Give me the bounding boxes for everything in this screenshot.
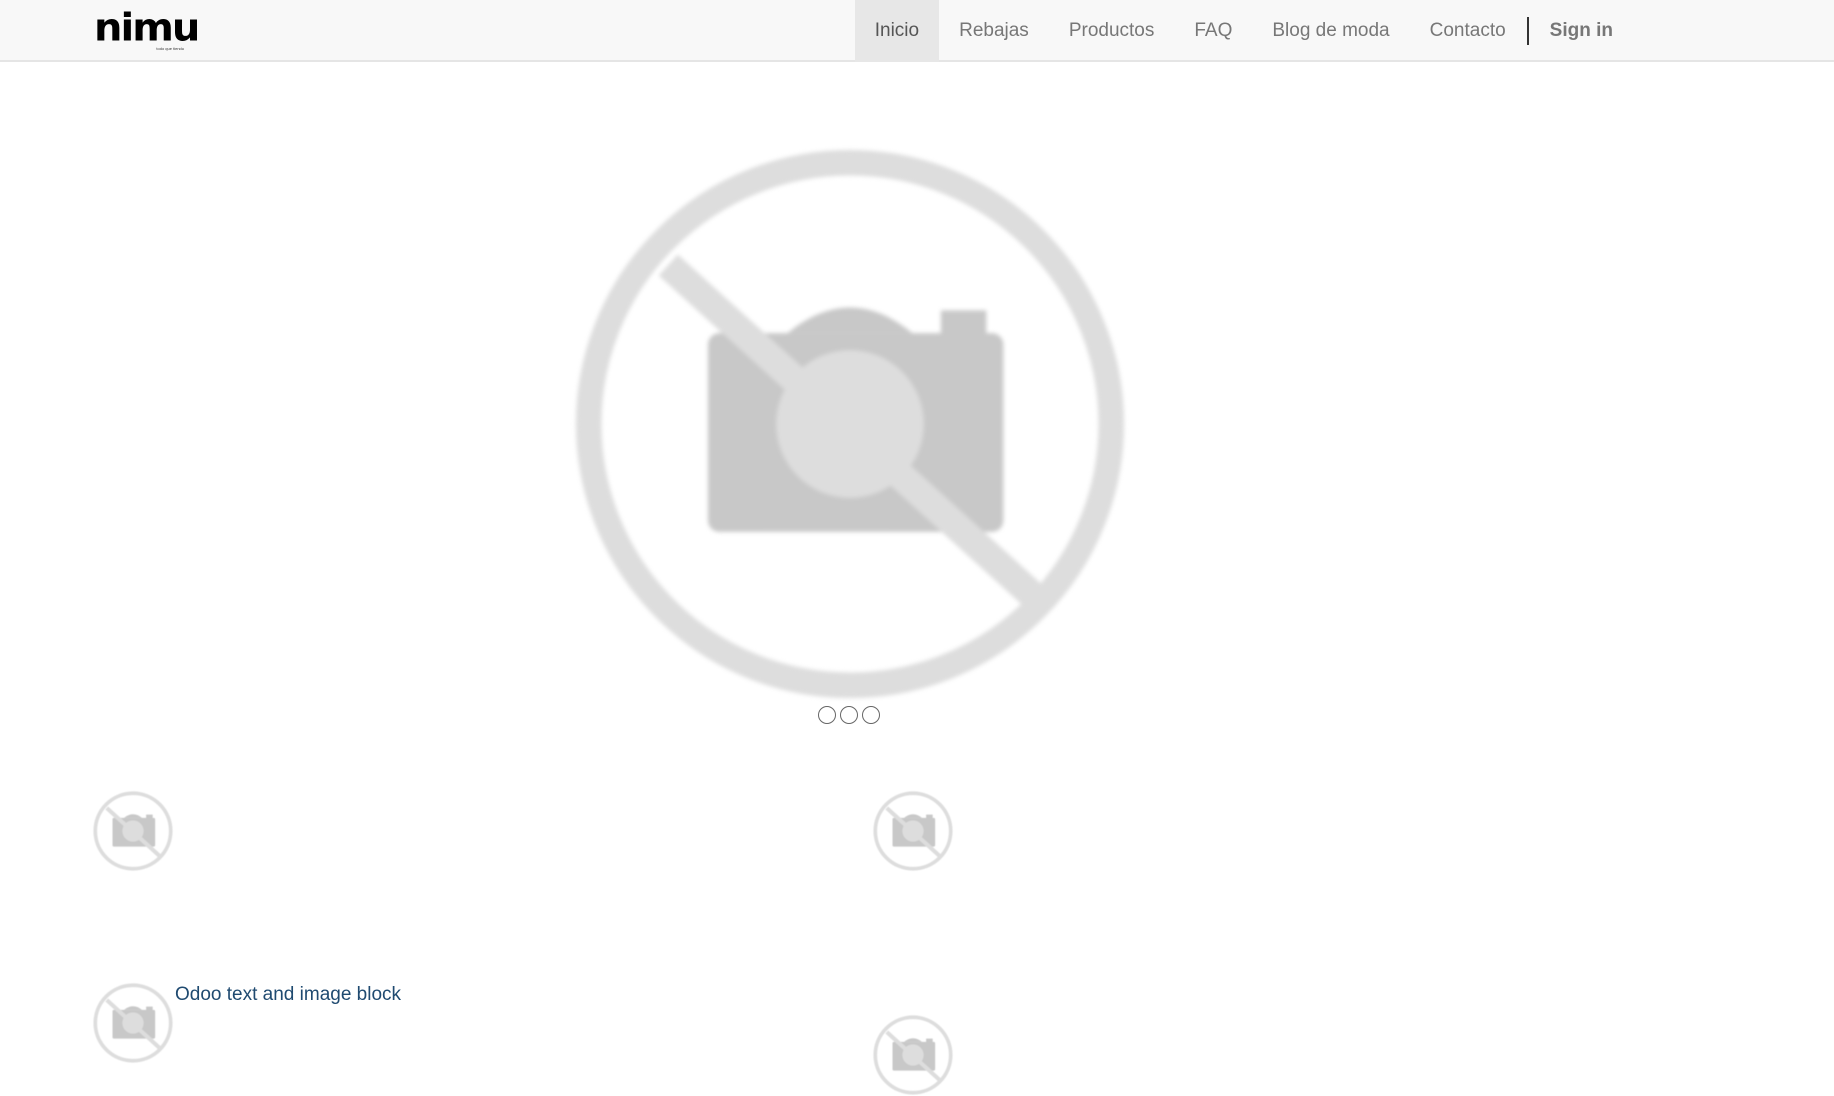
no-image-camera-icon [92, 790, 174, 872]
nav-item-contacto[interactable]: Contacto [1410, 0, 1526, 62]
main-menu: Inicio Rebajas Productos FAQ Blog de mod… [854, 0, 1613, 62]
carousel-dot-3[interactable] [862, 706, 880, 724]
brand-name: nimu [94, 6, 200, 50]
brand-logo[interactable]: nimu todo que tiendu [94, 6, 200, 52]
nav-item-productos[interactable]: Productos [1049, 0, 1175, 62]
nav-divider [1526, 17, 1529, 45]
nav-item-rebajas[interactable]: Rebajas [939, 0, 1049, 62]
nav-item-faq[interactable]: FAQ [1174, 0, 1252, 62]
brand-tagline: todo que tiendu [156, 46, 184, 51]
no-image-camera-icon [92, 982, 174, 1064]
no-image-camera-icon [872, 790, 954, 872]
nav-item-blog-de-moda[interactable]: Blog de moda [1252, 0, 1409, 62]
no-image-camera-icon[interactable] [566, 140, 1134, 708]
text-image-block-title[interactable]: Odoo text and image block [175, 984, 401, 1006]
top-navbar: nimu todo que tiendu Inicio Rebajas Prod… [0, 0, 1834, 62]
carousel-indicators [818, 706, 880, 724]
sign-in-link[interactable]: Sign in [1530, 0, 1613, 62]
carousel-dot-2[interactable] [840, 706, 858, 724]
carousel-dot-1[interactable] [818, 706, 836, 724]
nav-item-inicio[interactable]: Inicio [854, 0, 940, 62]
no-image-camera-icon [872, 1014, 954, 1096]
